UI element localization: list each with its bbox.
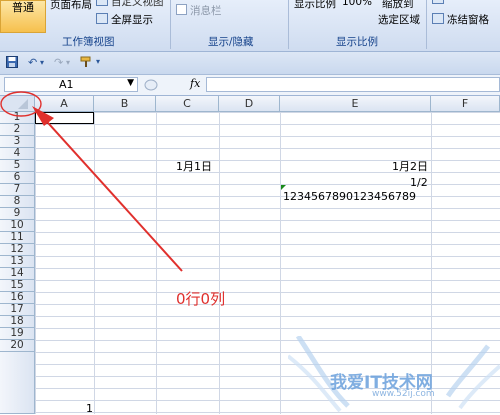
message-bar-checkbox[interactable]: 消息栏 — [176, 3, 222, 18]
zoom-selection-label: 选定区域 — [378, 14, 420, 26]
save-icon[interactable] — [6, 56, 18, 71]
page-layout-label: 页面布局 — [50, 0, 92, 11]
checkbox-icon — [176, 4, 187, 15]
redo-dropdown-icon[interactable]: ▾ — [66, 58, 70, 67]
ribbon-separator — [170, 0, 171, 49]
watermark-url: www.52ij.com — [372, 389, 435, 399]
column-header-d[interactable]: D — [219, 96, 280, 112]
customize-qat-icon[interactable]: ▾ — [96, 57, 100, 66]
cell-a20-value[interactable]: 1 — [86, 402, 93, 415]
zoom-to-selection-button[interactable]: 缩放到 — [382, 0, 414, 11]
cell-e6[interactable]: 1234567890123456789 — [283, 190, 416, 203]
ribbon: 普通 页面布局 自定义视图 全屏显示 工作簿视图 消息栏 显示/隐藏 显示比例 … — [0, 0, 500, 52]
freeze-panes-label: 冻结窗格 — [447, 14, 489, 26]
grid-line — [280, 112, 281, 414]
freeze-panes-button[interactable]: 冻结窗格 — [432, 12, 489, 27]
annotation-arrow — [0, 91, 183, 272]
zoom-button[interactable]: 显示比例 — [294, 0, 336, 11]
zoom-to-label: 缩放到 — [382, 0, 414, 10]
undo-dropdown-icon[interactable]: ▾ — [40, 58, 44, 67]
ribbon-separator — [288, 0, 289, 49]
row-header-filler — [0, 352, 35, 414]
zoom-label: 显示比例 — [294, 0, 336, 10]
full-screen-label: 全屏显示 — [111, 14, 153, 26]
group-show-hide-label: 显示/隐藏 — [208, 36, 254, 48]
ribbon-separator — [426, 0, 427, 49]
full-screen-icon — [96, 13, 108, 24]
full-screen-button[interactable]: 全屏显示 — [96, 12, 153, 27]
redo-icon[interactable]: ↷ — [54, 56, 63, 69]
format-painter-icon[interactable] — [80, 56, 92, 71]
custom-views-label: 自定义视图 — [111, 0, 164, 8]
annotation-text: 0行0列 — [176, 290, 226, 308]
group-zoom-label: 显示比例 — [336, 36, 378, 48]
new-window-button-partial[interactable] — [432, 0, 447, 6]
freeze-panes-icon — [432, 13, 444, 24]
column-header-e[interactable]: E — [280, 96, 431, 112]
zoom-100-button[interactable]: 100% — [342, 0, 372, 8]
undo-icon[interactable]: ↶ — [28, 56, 37, 69]
error-indicator-icon — [281, 185, 286, 190]
zoom-value: 100% — [342, 0, 373, 8]
cell-e5[interactable]: 1/2 — [410, 176, 428, 189]
normal-view-label: 普通 — [12, 1, 34, 14]
cell-e4[interactable]: 1月2日 — [392, 158, 428, 174]
group-workbook-views-label: 工作簿视图 — [62, 36, 115, 48]
row-header[interactable]: 20 — [0, 340, 35, 352]
quick-access-toolbar: ↶ ▾ ↷ ▾ ▾ — [0, 52, 500, 75]
normal-view-button[interactable]: 普通 — [0, 0, 46, 33]
window-icon — [432, 0, 444, 4]
column-header-f[interactable]: F — [431, 96, 500, 112]
custom-view-icon — [96, 0, 108, 6]
message-bar-label: 消息栏 — [190, 5, 222, 17]
chevron-down-icon[interactable]: ▼ — [127, 78, 134, 88]
custom-views-button[interactable]: 自定义视图 — [96, 0, 164, 9]
formula-input[interactable] — [206, 77, 500, 92]
page-layout-button[interactable]: 页面布局 — [50, 0, 92, 12]
grid-line — [219, 112, 220, 414]
